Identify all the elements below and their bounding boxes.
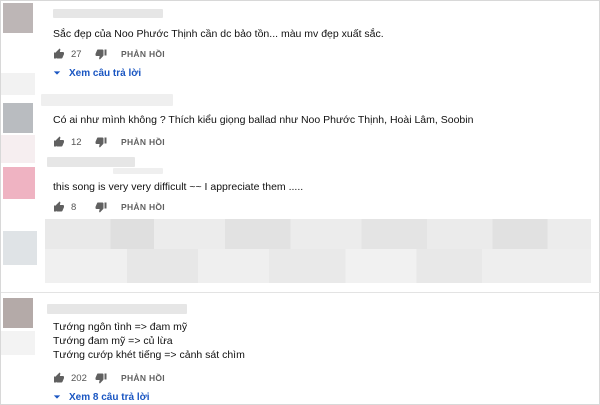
reply-button[interactable]: PHẢN HỒI — [121, 49, 165, 59]
comment-actions: 27 PHẢN HỒI — [53, 47, 165, 61]
thumbs-down-icon[interactable] — [95, 201, 107, 213]
avatar[interactable] — [3, 3, 33, 33]
comments-panel: Sắc đẹp của Noo Phước Thịnh cần dc bảo t… — [0, 0, 600, 405]
thumbs-down-icon[interactable] — [95, 372, 107, 384]
like-count: 27 — [71, 48, 82, 60]
like-count: 8 — [71, 201, 77, 213]
comment-text: Tướng ngôn tình => đam mỹ Tướng đam mỹ =… — [53, 320, 245, 362]
comment-actions: 12 PHẢN HỒI — [53, 135, 165, 149]
comment-text-line: Tướng ngôn tình => đam mỹ — [53, 321, 188, 333]
view-replies-link[interactable]: Xem câu trả lời — [53, 66, 141, 80]
reply-button[interactable]: PHẢN HỒI — [121, 137, 165, 147]
thumbs-down-icon[interactable] — [95, 136, 107, 148]
author-name-blurred — [113, 168, 163, 174]
avatar[interactable] — [3, 298, 33, 328]
comment-text: Có ai như mình không ? Thích kiểu giọng … — [53, 113, 473, 127]
chevron-down-icon — [53, 395, 61, 399]
comment-text-line: Có ai như mình không ? Thích kiểu giọng … — [53, 114, 474, 126]
avatar[interactable] — [3, 167, 35, 199]
reply-button[interactable]: PHẢN HỒI — [121, 373, 165, 383]
comment-text-line: Tướng đam mỹ => củ lừa — [53, 335, 173, 347]
avatar — [1, 135, 35, 163]
author-name-blurred[interactable] — [47, 304, 187, 314]
author-name-blurred[interactable] — [47, 157, 135, 167]
comment-actions: 202 PHẢN HỒI — [53, 371, 165, 385]
thumbs-up-icon[interactable] — [53, 136, 65, 148]
like-count: 12 — [71, 136, 82, 148]
avatar — [3, 231, 37, 265]
author-name-blurred[interactable] — [41, 94, 173, 106]
chevron-down-icon — [53, 71, 61, 75]
view-replies-link[interactable]: Xem 8 câu trả lời — [53, 390, 149, 404]
comment-text-line: this song is very very difficult ~~ I ap… — [53, 181, 304, 193]
comment-text-line: Tướng cướp khét tiếng => cảnh sát chìm — [53, 349, 245, 361]
reply-button[interactable]: PHẢN HỒI — [121, 202, 165, 212]
comment-text: this song is very very difficult ~~ I ap… — [53, 180, 303, 194]
author-name-blurred[interactable] — [53, 9, 163, 18]
divider — [1, 292, 600, 293]
avatar[interactable] — [3, 103, 33, 133]
avatar — [1, 73, 35, 95]
comment-actions: 8 PHẢN HỒI — [53, 200, 165, 214]
thumbs-up-icon[interactable] — [53, 48, 65, 60]
comment-text: Sắc đẹp của Noo Phước Thịnh cần dc bảo t… — [53, 27, 384, 41]
blurred-comment — [45, 219, 591, 283]
comment-text-line: Sắc đẹp của Noo Phước Thịnh cần dc bảo t… — [53, 28, 384, 40]
view-replies-label: Xem câu trả lời — [69, 67, 142, 79]
like-count: 202 — [71, 372, 87, 384]
thumbs-up-icon[interactable] — [53, 201, 65, 213]
thumbs-down-icon[interactable] — [95, 48, 107, 60]
avatar — [1, 331, 35, 355]
view-replies-label: Xem 8 câu trả lời — [69, 391, 150, 403]
thumbs-up-icon[interactable] — [53, 372, 65, 384]
